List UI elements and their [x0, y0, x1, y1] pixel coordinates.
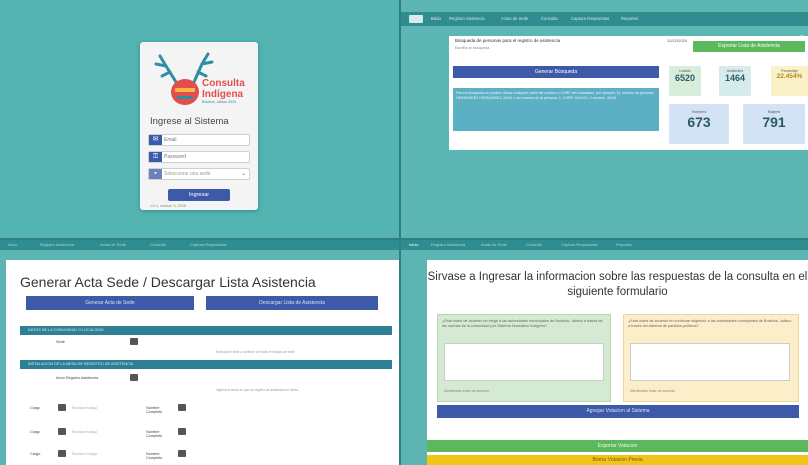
form-title: Sirvase a Ingresar la informacion sobre … [427, 271, 808, 298]
svg-text:Consulta: Consulta [202, 78, 245, 89]
map-marker-icon: ▪ [149, 169, 162, 179]
nombre-label-1: Nombre Completo [146, 406, 163, 414]
login-card: Consulta Indígena Bolaños, Jalisco 2025 … [140, 42, 258, 210]
nav-item-consulta[interactable]: Consulta [526, 242, 542, 247]
cargo-icon-1[interactable] [58, 404, 66, 411]
sede-label: Sede [56, 340, 65, 344]
page-title: Generar Acta Sede / Descargar Lista Asis… [20, 274, 316, 290]
question-2-box: ¿Está usted de acuerdo en continuar elig… [623, 314, 799, 402]
top-navbar: Inicio Registro Asistencia Actas de Sede… [401, 12, 808, 26]
cargo-label-2: Cargo [30, 430, 41, 434]
email-field[interactable]: ✉ [148, 134, 250, 146]
sede-select-value[interactable]: Seleccione una sede [164, 169, 248, 179]
sede-picker-icon[interactable] [130, 338, 138, 345]
cargo-label-1: Cargo [30, 406, 41, 410]
nombre-label-2: Nombre Completo [146, 430, 163, 438]
cargo-icon-3[interactable] [58, 450, 66, 457]
nav-item-actas[interactable]: Actas de Sede [100, 242, 126, 247]
nombre-icon-1[interactable] [178, 404, 186, 411]
acta-panel: Generar Acta Sede / Descargar Lista Asis… [6, 260, 399, 465]
stat-asistentes: Asistentes 1464 [719, 66, 751, 96]
question-2-footer: Manifiestan estar de acuerdo [630, 389, 676, 393]
password-field[interactable]: ⚿ [148, 151, 250, 163]
generate-acta-button[interactable]: Generar Acta de Sede [26, 296, 194, 310]
download-list-button[interactable]: Descargar Lista de Asistencia [206, 296, 378, 310]
nav-item-actas[interactable]: Actas de Sede [481, 242, 507, 247]
email-input[interactable] [164, 135, 248, 145]
acta-sede-screen: Inicio Registro Asistencia Actas de Sede… [0, 240, 399, 465]
nombre-icon-3[interactable] [178, 450, 186, 457]
consulta-indigena-logo: Consulta Indígena Bolaños, Jalisco 2025 [154, 52, 245, 105]
question-2-text: ¿Está usted de acuerdo en continuar elig… [628, 319, 792, 328]
delete-vote-button[interactable]: Borrar Votacion Previa [427, 455, 808, 465]
stat-hombres: Hombres 673 [669, 104, 729, 144]
nav-item-consulta[interactable]: Consulta [541, 16, 558, 21]
date-label: 12/12/2024 [667, 38, 688, 43]
login-screen: Consulta Indígena Bolaños, Jalisco 2025 … [0, 0, 399, 238]
key-icon: ⚿ [149, 152, 162, 162]
cargo-input-1[interactable]: Escriba el cargo [72, 406, 97, 410]
top-navbar: Inicio Registro Asistencia Actas de Sede… [0, 240, 399, 250]
svg-text:Indígena: Indígena [202, 89, 244, 100]
add-vote-button[interactable]: Agregar Votacion al Sistema [437, 405, 799, 418]
envelope-icon: ✉ [149, 135, 162, 145]
section-community: DATOS DE LA COMUNIDAD O LOCALIDAD [20, 326, 392, 335]
cargo-input-2[interactable]: Escriba el cargo [72, 430, 97, 434]
nav-item-registro[interactable]: Registro Asistencia [431, 242, 465, 247]
nav-item-registro[interactable]: Registro Asistencia [40, 242, 74, 247]
nombre-icon-2[interactable] [178, 428, 186, 435]
nav-item-registro[interactable]: Registro Asistencia [449, 16, 485, 21]
search-button[interactable]: Generar Búsqueda [453, 66, 659, 78]
search-input[interactable]: Escriba la búsqueda [455, 46, 489, 50]
nav-item-captura[interactable]: Captura Respuestas [190, 242, 226, 247]
version-text: v.0.1, version 3, 2025 [150, 204, 187, 208]
sede-select[interactable]: ▪ Seleccione una sede ⌄ [148, 168, 250, 180]
question-2-input[interactable] [630, 343, 790, 381]
registro-label: Inicio Registro Asistencia [56, 376, 99, 380]
stat-mujeres: Mujeres 791 [743, 104, 805, 144]
question-1-footer: Manifiestan estar de acuerdo [444, 389, 490, 393]
export-attendance-button[interactable]: Exportar Lista de Asistencia [693, 41, 805, 52]
export-vote-button[interactable]: Exportar Votacion [427, 440, 808, 452]
registro-hint: Ingrese la fecha en que se registro de a… [216, 388, 299, 392]
password-input[interactable] [164, 152, 248, 162]
dashboard-panel: Búsqueda de personas para el registro de… [449, 36, 808, 150]
nav-item-inicio[interactable]: Inicio [8, 242, 17, 247]
registro-picker-icon[interactable] [130, 374, 138, 381]
nav-item-captura[interactable]: Captura Respuestas [571, 16, 609, 21]
nav-item-inicio[interactable]: Inicio [431, 16, 441, 21]
cargo-input-3[interactable]: Escriba el cargo [72, 452, 97, 456]
nav-item-reportes[interactable]: Reportes [616, 242, 632, 247]
nav-item-captura[interactable]: Captura Respuestas [561, 242, 597, 247]
cargo-icon-2[interactable] [58, 428, 66, 435]
login-title: Ingrese al Sistema [150, 116, 229, 127]
stat-listado: Listado 6520 [669, 66, 701, 96]
nav-item-consulta[interactable]: Consulta [150, 242, 166, 247]
consulta-form-screen: Inicio Registro Asistencia Actas de Sede… [401, 240, 808, 465]
chevron-down-icon: ⌄ [240, 171, 246, 177]
nombre-label-3: Nombre Completo [146, 452, 163, 460]
app-logo-icon[interactable] [409, 15, 423, 23]
cargo-label-3: Cargo [30, 452, 41, 456]
attendance-dashboard: Inicio Registro Asistencia Actas de Sede… [401, 0, 808, 238]
question-1-input[interactable] [444, 343, 604, 381]
question-1-box: ¿Está usted de acuerdo en elegir a las a… [437, 314, 611, 402]
search-title: Búsqueda de personas para el registro de… [455, 38, 561, 43]
svg-text:Bolaños, Jalisco 2025: Bolaños, Jalisco 2025 [202, 100, 236, 104]
search-info-box: Para el búsqueda es posible utilizar cua… [453, 88, 659, 131]
question-1-text: ¿Está usted de acuerdo en elegir a las a… [442, 319, 603, 328]
stat-porcentaje: Porcentaje 22.454% [771, 66, 808, 96]
nav-item-actas[interactable]: Actas de Sede [501, 16, 528, 21]
ingresar-button[interactable]: Ingresar [168, 189, 230, 201]
response-form: Sirvase a Ingresar la informacion sobre … [427, 260, 808, 465]
section-installation: INSTALACION DE LA MESA DE REGISTRO DE AS… [20, 360, 392, 369]
nav-item-inicio[interactable]: Inicio [409, 242, 418, 247]
nav-item-reportes[interactable]: Reportes [621, 16, 638, 21]
top-navbar: Inicio Registro Asistencia Actas de Sede… [401, 240, 808, 250]
sede-hint: Seleccione sede y continúe con todo el m… [216, 350, 295, 354]
